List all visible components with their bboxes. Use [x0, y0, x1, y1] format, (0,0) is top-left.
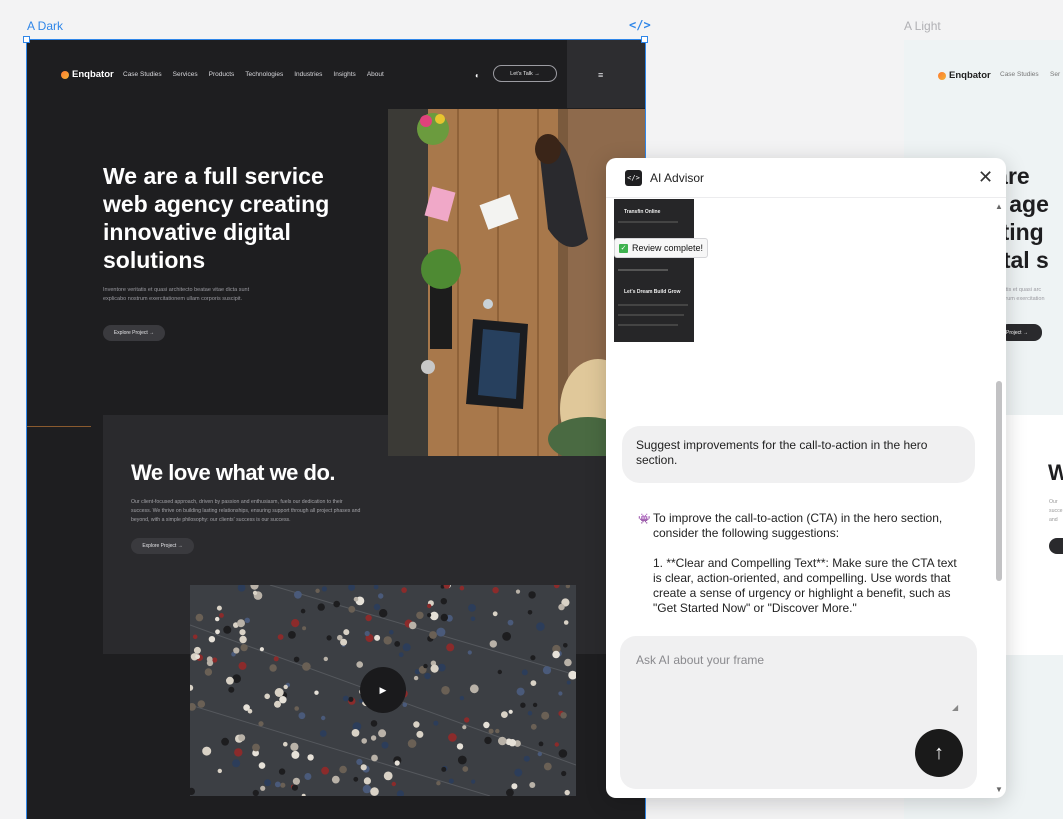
thumbnail-bar: [618, 304, 688, 306]
nav-link-about[interactable]: About: [367, 71, 384, 78]
light-logo-icon: [938, 71, 946, 80]
advisor-title: AI Advisor: [650, 171, 705, 185]
review-complete-badge: ✓ Review complete!: [614, 238, 709, 258]
light-about-button[interactable]: [1049, 538, 1063, 554]
ai-response: To improve the call-to-action (CTA) in t…: [636, 511, 966, 631]
light-nav-case-studies[interactable]: Case Studies: [1000, 71, 1039, 78]
nav-link-technologies[interactable]: Technologies: [245, 71, 283, 78]
selection-handle-top-left[interactable]: [23, 36, 30, 43]
thumbnail-title: Transfin Online: [624, 209, 661, 215]
light-explore-button[interactable]: Project →: [1000, 324, 1042, 341]
thumbnail-bar: [618, 221, 678, 223]
thumbnail-bar: [618, 269, 668, 271]
ask-ai-input[interactable]: Ask AI about your frame ◢ ↑: [620, 636, 977, 789]
ai-paragraph: To improve the call-to-action (CTA) in t…: [653, 511, 943, 540]
advisor-code-icon: </>: [625, 170, 642, 186]
close-icon[interactable]: ✕: [978, 167, 993, 187]
light-about-text: Our succe and: [1049, 498, 1063, 525]
send-button[interactable]: ↑: [915, 729, 963, 777]
thumbnail-bar: [618, 324, 678, 326]
nav-link-products[interactable]: Products: [209, 71, 235, 78]
site-logo[interactable]: Enqbator: [61, 69, 114, 80]
code-icon[interactable]: </>: [629, 18, 651, 32]
thumbnail-title: Let's Dream Build Grow: [624, 289, 681, 295]
light-nav-services[interactable]: Ser: [1050, 71, 1060, 78]
light-site-logo[interactable]: Enqbator: [938, 70, 991, 81]
advisor-conversation[interactable]: Transfin Online Let's Dream Build Grow ✓…: [606, 198, 1006, 798]
nav-link-services[interactable]: Services: [173, 71, 198, 78]
ai-advisor-panel: </> AI Advisor ✕ Transfin Online Let's D…: [606, 158, 1006, 798]
dark-frame[interactable]: ≡ Enqbator Case Studies Services Product…: [26, 39, 646, 819]
ai-paragraph: 1. **Clear and Compelling Text**: Make s…: [653, 556, 957, 615]
about-text: Our client-focused approach, driven by p…: [131, 499, 361, 523]
light-about-text-line: Our: [1049, 499, 1058, 505]
logo-text: Enqbator: [72, 69, 114, 80]
nav-link-industries[interactable]: Industries: [294, 71, 322, 78]
checkbox-icon: ✓: [619, 243, 628, 253]
light-about-text-line: succe: [1049, 508, 1063, 514]
scroll-up-icon[interactable]: ▲: [995, 202, 1003, 211]
lets-talk-button[interactable]: Let's Talk →: [493, 65, 557, 82]
frame-label-dark[interactable]: A Dark: [27, 19, 63, 33]
light-about-text-line: and: [1049, 517, 1058, 523]
hero-explore-button[interactable]: Explore Project →: [103, 325, 165, 341]
light-about-title: W: [1048, 460, 1063, 485]
frame-label-light[interactable]: A Light: [904, 19, 941, 33]
light-logo-text: Enqbator: [949, 70, 991, 81]
scrollbar[interactable]: ▲ ▼: [994, 198, 1004, 798]
accent-divider: [27, 426, 91, 427]
theme-toggle-icon[interactable]: ◐: [475, 71, 480, 80]
nav-link-insights[interactable]: Insights: [333, 71, 355, 78]
thumbnail-bar: [618, 314, 684, 316]
hero-title: We are a full service web agency creatin…: [103, 163, 330, 273]
play-video-button[interactable]: ▶: [360, 667, 406, 713]
scroll-down-icon[interactable]: ▼: [995, 785, 1003, 794]
nav-links: Case Studies Services Products Technolog…: [123, 71, 384, 78]
review-badge-text: Review complete!: [632, 243, 704, 253]
resize-grip-icon[interactable]: ◢: [952, 703, 958, 712]
logo-icon: [61, 70, 69, 79]
about-title: We love what we do.: [131, 460, 336, 485]
hero-text: Inventore veritatis et quasi architecto …: [103, 287, 250, 302]
scrollbar-thumb[interactable]: [996, 381, 1002, 581]
user-message: Suggest improvements for the call-to-act…: [622, 426, 975, 483]
nav-link-case-studies[interactable]: Case Studies: [123, 71, 162, 78]
advisor-header: </> AI Advisor ✕: [606, 158, 1006, 198]
about-explore-button[interactable]: Explore Project →: [131, 538, 194, 554]
site-nav: Enqbator Case Studies Services Products …: [27, 65, 645, 83]
input-placeholder: Ask AI about your frame: [636, 653, 765, 667]
selection-handle-top-right[interactable]: [641, 36, 648, 43]
frame-thumbnail[interactable]: Transfin Online Let's Dream Build Grow: [614, 199, 694, 342]
